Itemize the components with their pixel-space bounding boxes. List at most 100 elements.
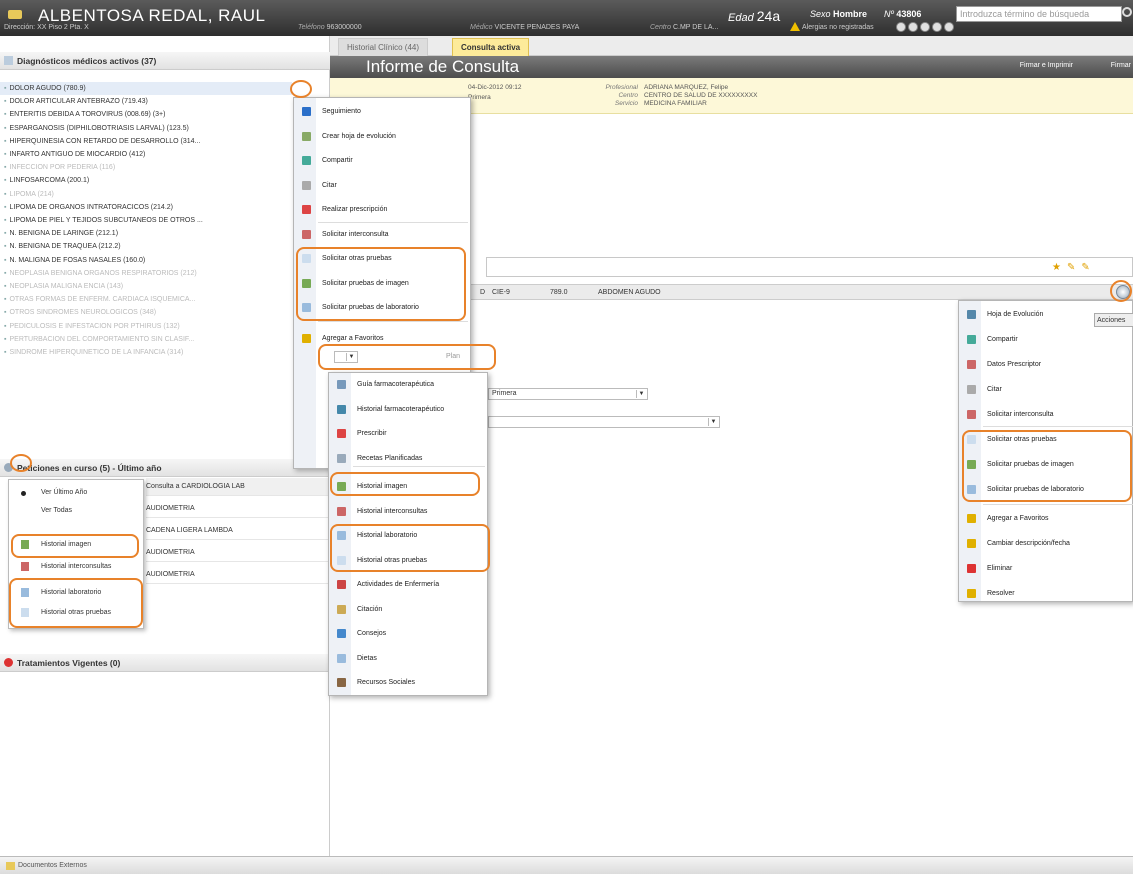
menu-item[interactable]: Compartir: [967, 335, 1018, 344]
menu-item-historial-otras-pruebas[interactable]: Historial otras pruebas: [9, 604, 145, 622]
menu-item[interactable]: Actividades de Enfermería: [337, 580, 439, 589]
menu-item[interactable]: Consejos: [337, 629, 386, 638]
peticion-row[interactable]: CADENA LIGERA LAMBDA: [146, 522, 330, 540]
diagnosis-item[interactable]: DOLOR AGUDO (780.9): [0, 82, 292, 95]
menu-item[interactable]: Citar: [967, 385, 1002, 394]
menu-item[interactable]: Crear hoja de evolución: [302, 131, 396, 141]
diagnosis-item[interactable]: LINFOSARCOMA (200.1): [0, 174, 292, 187]
menu-item[interactable]: Solicitar pruebas de imagen: [302, 278, 409, 288]
tab-consulta-activa[interactable]: Consulta activa: [452, 38, 530, 56]
text-field-bar[interactable]: [486, 257, 1133, 277]
menu-item[interactable]: Agregar a Favoritos: [302, 333, 383, 343]
search-icon[interactable]: [1122, 7, 1132, 17]
diagnosis-item[interactable]: N. BENIGNA DE TRAQUEA (212.2): [0, 240, 292, 253]
menu-item[interactable]: Historial farmacoterapéutico: [337, 404, 444, 414]
menu-item-ver-todas[interactable]: Ver Todas: [9, 502, 145, 520]
diagnosis-item[interactable]: NEOPLASIA MALIGNA ENCIA (143): [0, 280, 292, 293]
menu-item-historial-laboratorio[interactable]: Historial laboratorio: [9, 584, 145, 602]
menu-item-icon: [302, 107, 311, 116]
gear-icon[interactable]: [1116, 285, 1130, 299]
diagnosis-item[interactable]: PEDICULOSIS E INFESTACION POR PTHIRUS (1…: [0, 320, 292, 333]
menu-item[interactable]: Recursos Sociales: [337, 678, 415, 687]
diagnosis-item[interactable]: N. BENIGNA DE LARINGE (212.1): [0, 227, 292, 240]
diagnosis-item[interactable]: OTROS SINDROMES NEUROLOGICOS (348): [0, 306, 292, 319]
menu-item-icon: [967, 539, 976, 548]
menu-item[interactable]: Compartir: [302, 156, 353, 165]
menu-item-ver-ultimo-ano[interactable]: Ver Último Año: [9, 484, 145, 502]
external-docs-button[interactable]: Documentos Externos: [18, 862, 87, 869]
peticion-row[interactable]: AUDIOMETRIA: [146, 566, 330, 584]
menu-item[interactable]: Realizar prescripción: [302, 205, 387, 214]
menu-item[interactable]: Datos Prescriptor: [967, 360, 1041, 369]
gear-icon[interactable]: [4, 463, 13, 472]
peticion-row[interactable]: AUDIOMETRIA: [146, 500, 330, 518]
menu-item-icon: [302, 333, 311, 343]
menu-item[interactable]: Solicitar pruebas de laboratorio: [302, 303, 419, 312]
diagnosis-item[interactable]: OTRAS FORMAS DE ENFERM. CARDIACA ISQUEMI…: [0, 293, 292, 306]
menu-item[interactable]: Agregar a Favoritos: [967, 514, 1048, 523]
status-dot-icon[interactable]: [908, 22, 918, 32]
menu-item[interactable]: Resolver: [967, 589, 1015, 598]
diagnosis-item[interactable]: LIPOMA DE ORGANOS INTRATORACICOS (214.2): [0, 201, 292, 214]
diagnosis-item[interactable]: INFARTO ANTIGUO DE MIOCARDIO (412): [0, 148, 292, 161]
menu-item[interactable]: Citar: [302, 180, 337, 190]
diagnosis-item[interactable]: LIPOMA (214): [0, 188, 292, 201]
diagnosis-item[interactable]: ENTERITIS DEBIDA A TOROVIRUS (008.69) (3…: [0, 108, 292, 121]
allergies[interactable]: Alergias no registradas: [802, 24, 874, 31]
menu-item[interactable]: Cambiar descripción/fecha: [967, 539, 1070, 548]
search-input[interactable]: Introduzca término de búsqueda: [956, 6, 1122, 22]
status-dot-icon[interactable]: [932, 22, 942, 32]
diagnosis-item[interactable]: N. MALIGNA DE FOSAS NASALES (160.0): [0, 254, 292, 267]
menu-item[interactable]: Solicitar interconsulta: [967, 410, 1054, 419]
diagnosis-item[interactable]: INFECCION POR PEDERIA (116): [0, 161, 292, 174]
menu-item[interactable]: Solicitar pruebas de imagen: [967, 460, 1074, 469]
menu-item-historial-imagen[interactable]: Historial imagen: [9, 536, 145, 554]
sign-print-button[interactable]: Firmar e Imprimir: [1020, 62, 1073, 69]
peticion-row[interactable]: Consulta a CARDIOLOGIA LAB: [146, 478, 330, 496]
menu-item[interactable]: Solicitar pruebas de laboratorio: [967, 485, 1084, 494]
status-dot-icon[interactable]: [944, 22, 954, 32]
peticion-row[interactable]: AUDIOMETRIA: [146, 544, 330, 562]
menu-item-icon: [337, 604, 346, 614]
menu-item[interactable]: Historial imagen: [337, 482, 407, 491]
menu-item[interactable]: Solicitar interconsulta: [302, 229, 389, 239]
sign-button[interactable]: Firmar: [1111, 62, 1131, 69]
diagnosis-item[interactable]: SINDROME HIPERQUINETICO DE LA INFANCIA (…: [0, 346, 292, 359]
diagnosis-item[interactable]: ESPARGANOSIS (DIPHILOBOTRIASIS LARVAL) (…: [0, 122, 292, 135]
menu-item[interactable]: Historial otras pruebas: [337, 555, 427, 565]
peticiones-header[interactable]: Peticiones en curso (5) - Último año: [0, 459, 330, 477]
status-dot-icon[interactable]: [920, 22, 930, 32]
menu-item-historial-interconsultas[interactable]: Historial interconsultas: [9, 558, 145, 576]
menu-item[interactable]: Eliminar: [967, 564, 1012, 573]
menu-item-label: Hoja de Evolución: [987, 311, 1044, 318]
diagnosis-item[interactable]: NEOPLASIA BENIGNA ORGANOS RESPIRATORIOS …: [0, 267, 292, 280]
tab-historial-clinico[interactable]: Historial Clínico (44): [338, 38, 429, 56]
menu-item[interactable]: Dietas: [337, 653, 377, 663]
menu-item[interactable]: Prescribir: [337, 429, 387, 438]
visit-type-select[interactable]: Primera ▼: [488, 388, 648, 400]
menu-item-icon: [967, 514, 976, 523]
actions-button[interactable]: Acciones: [1094, 313, 1133, 327]
menu-item[interactable]: Hoja de Evolución: [967, 310, 1044, 319]
menu-item-icon: [337, 404, 346, 414]
menu-item[interactable]: Seguimiento: [302, 107, 361, 116]
menu-item[interactable]: Solicitar otras pruebas: [302, 254, 392, 263]
diagnosis-icon: [4, 56, 13, 65]
diagnosis-item[interactable]: LIPOMA DE PIEL Y TEJIDOS SUBCUTANEOS DE …: [0, 214, 292, 227]
diagnosis-item[interactable]: DOLOR ARTICULAR ANTEBRAZO (719.43): [0, 95, 292, 108]
menu-item[interactable]: Historial interconsultas: [337, 506, 427, 516]
secondary-select[interactable]: ▼: [488, 416, 720, 428]
menu-item-label: Historial laboratorio: [357, 532, 418, 539]
menu-item[interactable]: Guía farmacoterapéutica: [337, 380, 434, 389]
plan-dropdown[interactable]: ▼: [334, 351, 358, 363]
treatments-header[interactable]: Tratamientos Vigentes (0): [0, 654, 330, 672]
diagnosis-item[interactable]: HIPERQUINESIA CON RETARDO DE DESARROLLO …: [0, 135, 292, 148]
diagnosis-item[interactable]: PERTURBACION DEL COMPORTAMIENTO SIN CLAS…: [0, 333, 292, 346]
menu-item[interactable]: Historial laboratorio: [337, 531, 418, 540]
menu-item[interactable]: Recetas Planificadas: [337, 453, 422, 463]
diagnoses-header[interactable]: Diagnósticos médicos activos (37): [0, 52, 330, 70]
menu-item[interactable]: Citación: [337, 604, 382, 614]
favorite-icons[interactable]: ★✎✎: [1052, 262, 1096, 273]
menu-item[interactable]: Solicitar otras pruebas: [967, 435, 1057, 444]
status-dot-icon[interactable]: [896, 22, 906, 32]
